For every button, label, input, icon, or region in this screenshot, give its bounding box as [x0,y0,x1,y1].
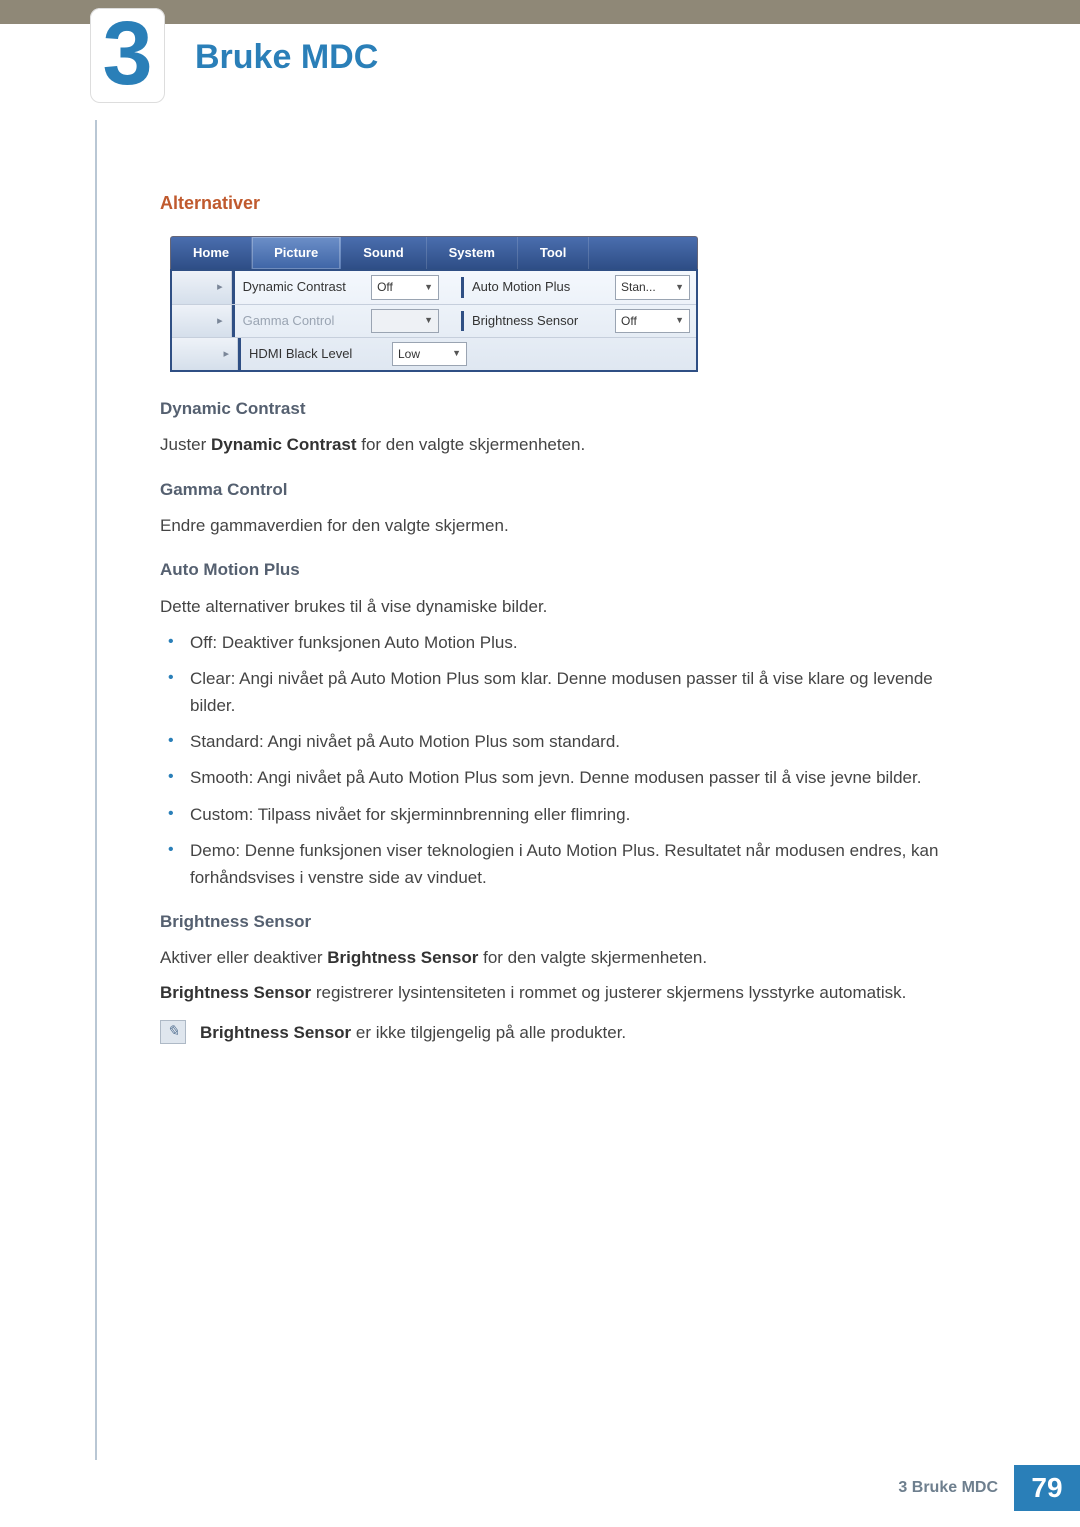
options-panel: ▸ Dynamic Contrast Off ▼ Auto Motion Plu… [170,269,698,372]
footer-chapter-label: 3 Bruke MDC [882,1465,1014,1511]
field-label-gamma-control: Gamma Control [232,305,366,337]
chapter-title: Bruke MDC [195,36,384,77]
select-dynamic-contrast[interactable]: Off ▼ [371,275,439,300]
options-row: ▸ Dynamic Contrast Off ▼ Auto Motion Plu… [172,271,696,304]
chapter-badge: 3 [90,8,165,103]
section-title: Alternativer [160,190,980,218]
note-icon: ✎ [160,1020,186,1044]
note-text: Brightness Sensor er ikke tilgjengelig p… [200,1020,626,1046]
left-margin-rule [95,120,97,1460]
row-expand-handle[interactable]: ▸ [172,338,238,370]
chevron-down-icon: ▼ [452,347,461,361]
tab-sound[interactable]: Sound [341,237,426,269]
select-auto-motion-plus[interactable]: Stan... ▼ [615,275,690,300]
chapter-number: 3 [102,9,152,99]
tab-picture[interactable]: Picture [252,237,341,269]
paragraph: Aktiver eller deaktiver Brightness Senso… [160,945,980,971]
options-row: ▸ HDMI Black Level Low ▼ [172,337,696,370]
select-value: Off [621,312,637,331]
row-expand-handle[interactable]: ▸ [172,271,232,304]
options-row: ▸ Gamma Control ▼ Brightness Sensor Off … [172,304,696,337]
row-expand-handle[interactable]: ▸ [172,305,232,337]
select-value: Stan... [621,278,656,297]
paragraph: Juster Dynamic Contrast for den valgte s… [160,432,980,458]
select-value: Low [398,345,420,364]
select-hdmi-black-level[interactable]: Low ▼ [392,342,467,366]
tab-system[interactable]: System [427,237,518,269]
list-item: Off: Deaktiver funksjonen Auto Motion Pl… [160,630,980,656]
footer-page-number: 79 [1014,1465,1080,1511]
field-label-auto-motion-plus: Auto Motion Plus [461,277,609,297]
list-item: Smooth: Angi nivået på Auto Motion Plus … [160,765,980,791]
chevron-down-icon: ▼ [675,281,684,295]
subheading-dynamic-contrast: Dynamic Contrast [160,396,980,422]
subheading-auto-motion-plus: Auto Motion Plus [160,557,980,583]
paragraph: Endre gammaverdien for den valgte skjerm… [160,513,980,539]
chevron-down-icon: ▼ [675,314,684,328]
tab-tool[interactable]: Tool [518,237,589,269]
select-brightness-sensor[interactable]: Off ▼ [615,309,690,334]
note: ✎ Brightness Sensor er ikke tilgjengelig… [160,1020,980,1054]
chevron-down-icon: ▼ [424,281,433,295]
select-gamma-control: ▼ [371,309,439,333]
mdc-options-screenshot: Home Picture Sound System Tool ▸ Dynamic… [170,236,698,372]
chevron-down-icon: ▼ [424,314,433,328]
paragraph: Brightness Sensor registrerer lysintensi… [160,980,980,1006]
list-item: Demo: Denne funksjonen viser teknologien… [160,838,980,891]
list-item: Clear: Angi nivået på Auto Motion Plus s… [160,666,980,719]
field-label-hdmi-black-level: HDMI Black Level [238,338,386,370]
field-label-brightness-sensor: Brightness Sensor [461,311,609,331]
tab-home[interactable]: Home [171,237,252,269]
select-value: Off [377,278,393,297]
list-item: Standard: Angi nivået på Auto Motion Plu… [160,729,980,755]
list-item: Custom: Tilpass nivået for skjerminnbren… [160,802,980,828]
subheading-gamma-control: Gamma Control [160,477,980,503]
page-content: Alternativer Home Picture Sound System T… [160,190,980,1054]
subheading-brightness-sensor: Brightness Sensor [160,909,980,935]
tab-bar: Home Picture Sound System Tool [170,236,698,269]
paragraph: Dette alternativer brukes til å vise dyn… [160,594,980,620]
page-footer: 3 Bruke MDC 79 [882,1465,1080,1511]
auto-motion-plus-list: Off: Deaktiver funksjonen Auto Motion Pl… [160,630,980,891]
field-label-dynamic-contrast: Dynamic Contrast [232,271,366,304]
